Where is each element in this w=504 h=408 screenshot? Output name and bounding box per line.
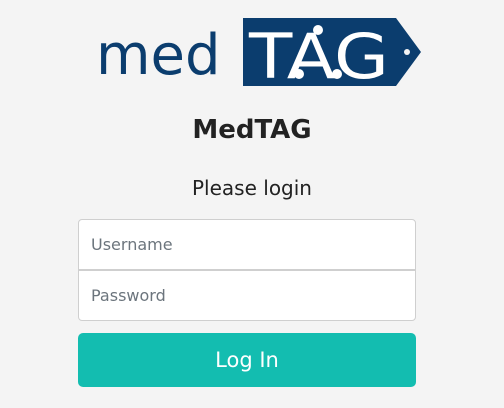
password-input[interactable]: [78, 270, 416, 321]
node-dot-icon: [332, 69, 342, 79]
login-button[interactable]: Log In: [78, 333, 416, 387]
username-input[interactable]: [78, 219, 416, 270]
tag-hole-icon: [404, 49, 410, 55]
node-dot-icon: [294, 69, 304, 79]
login-prompt: Please login: [192, 176, 312, 200]
app-title: MedTAG: [192, 115, 312, 145]
logo-wordmark-med: med: [96, 23, 221, 88]
node-dot-icon: [313, 25, 323, 35]
medtag-logo: med TAG: [96, 14, 422, 94]
login-page: med TAG MedTAG Please login Log In: [0, 0, 504, 408]
